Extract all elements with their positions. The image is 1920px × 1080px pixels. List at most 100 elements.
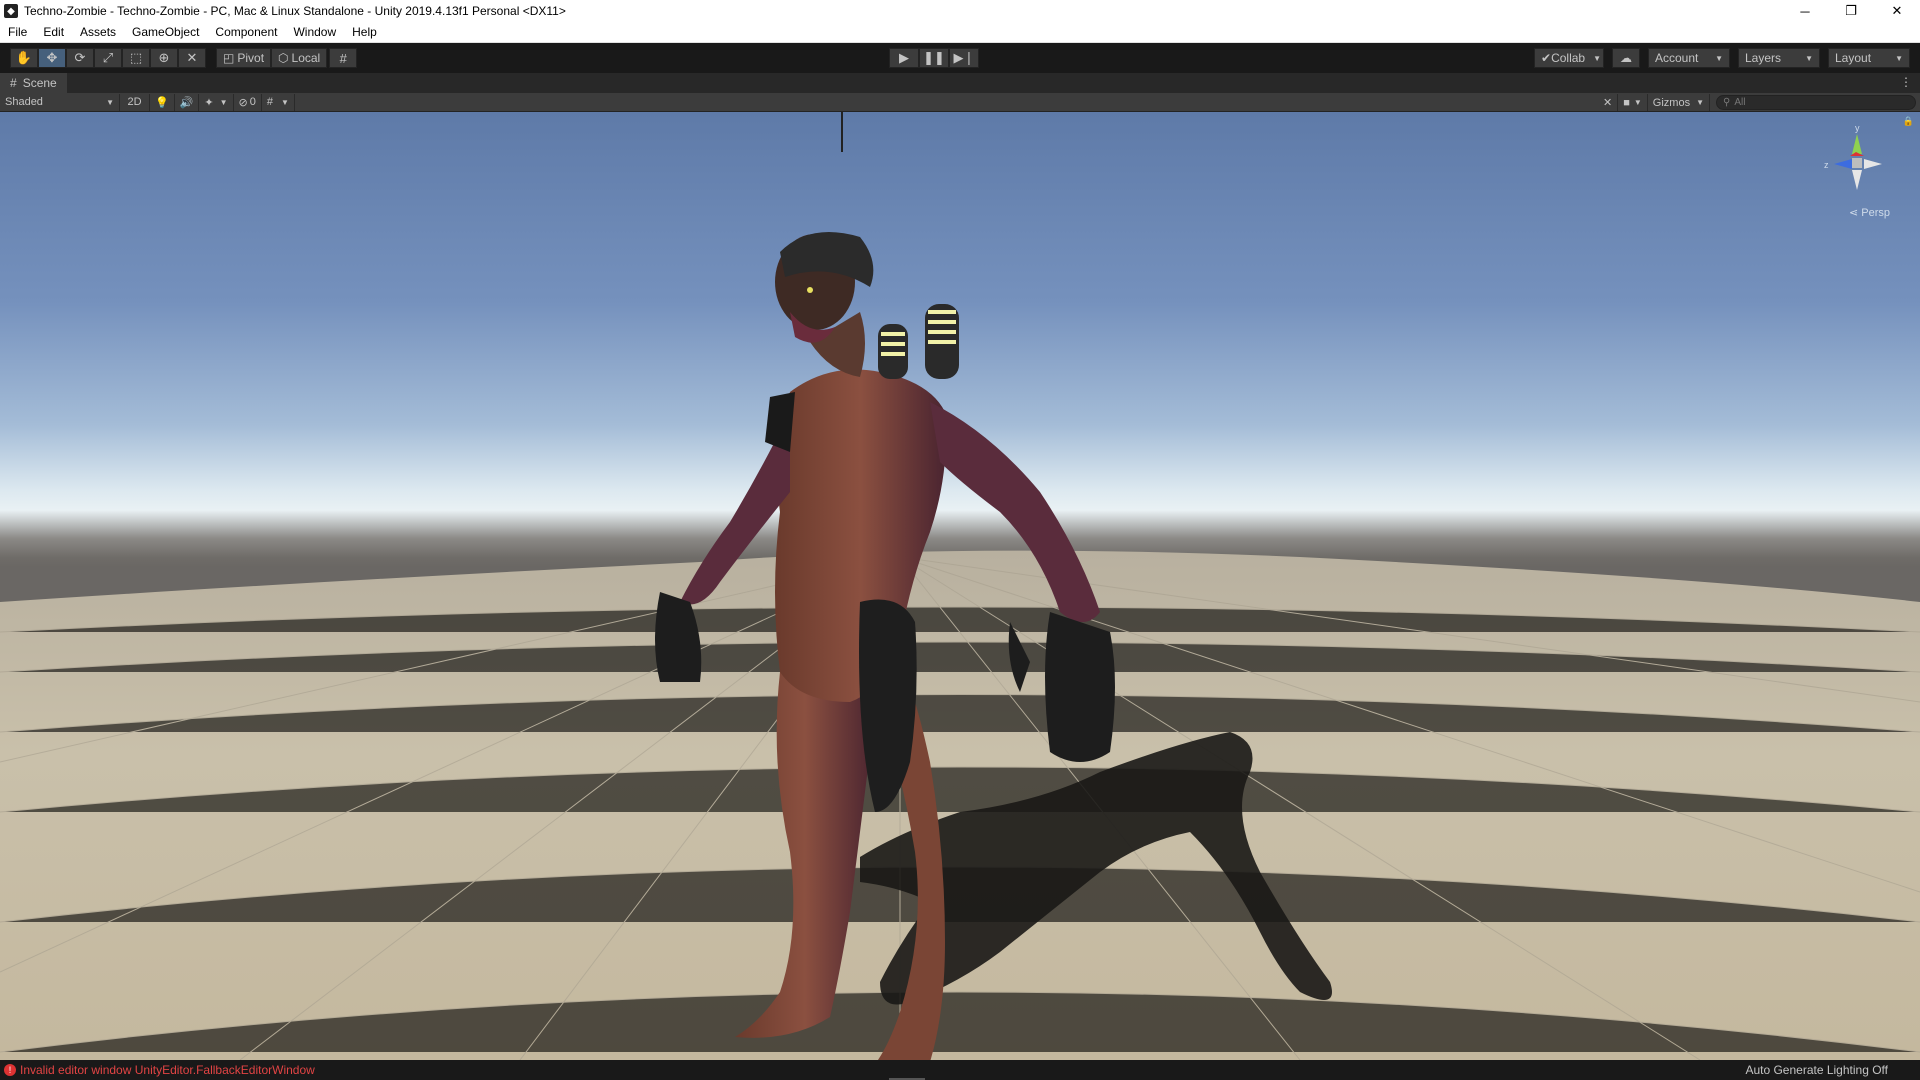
gizmo-center[interactable] bbox=[1852, 158, 1862, 168]
draw-mode-label: Shaded bbox=[5, 96, 43, 108]
pivot-toggle[interactable]: ◰ Pivot bbox=[216, 48, 272, 68]
chevron-down-icon: ▼ bbox=[281, 97, 289, 107]
layers-dropdown[interactable]: Layers ▼ bbox=[1738, 48, 1820, 68]
scene-render bbox=[0, 112, 1920, 1060]
tools-icon: ✕ bbox=[1603, 97, 1613, 109]
move-tool-button[interactable]: ✥ bbox=[38, 48, 66, 68]
menu-gameobject[interactable]: GameObject bbox=[124, 25, 207, 39]
neg-y-axis-cone[interactable] bbox=[1852, 170, 1862, 190]
projection-text: Persp bbox=[1861, 207, 1890, 219]
unity-logo-icon: ◆ bbox=[4, 4, 18, 18]
hidden-count: 0 bbox=[249, 96, 256, 108]
lighting-status[interactable]: Auto Generate Lighting Off bbox=[1745, 1063, 1888, 1077]
check-icon: ✔ bbox=[1541, 51, 1552, 65]
chevron-down-icon: ▼ bbox=[1805, 53, 1813, 63]
grid-snap-icon: # bbox=[339, 50, 347, 66]
eye-slash-icon: ⊘ bbox=[238, 96, 248, 109]
hidden-objects-toggle[interactable]: ⊘ 0 bbox=[234, 93, 262, 111]
pause-button[interactable]: ❚❚ bbox=[919, 48, 949, 68]
camera-icon: ■ bbox=[1623, 96, 1630, 109]
chevron-down-icon: ▼ bbox=[106, 97, 114, 107]
z-axis-cone[interactable] bbox=[1834, 159, 1852, 169]
tab-options-icon[interactable]: ⋮ bbox=[1900, 75, 1912, 89]
light-bulb-icon: 💡 bbox=[155, 96, 169, 109]
camera-dropdown[interactable]: ■ ▼ bbox=[1618, 94, 1648, 111]
scale-tool-button[interactable]: ⤢ bbox=[94, 48, 122, 68]
orientation-gizmo[interactable]: y z bbox=[1812, 122, 1902, 212]
playback-controls: ▶ ❚❚ ▶❘ bbox=[889, 48, 979, 68]
menu-help[interactable]: Help bbox=[344, 25, 385, 39]
effects-icon: ✦ bbox=[204, 96, 214, 109]
layout-dropdown[interactable]: Layout ▼ bbox=[1828, 48, 1910, 68]
tab-scene[interactable]: # Scene bbox=[0, 73, 67, 93]
restore-button[interactable]: ❐ bbox=[1828, 0, 1874, 22]
draw-mode-dropdown[interactable]: Shaded ▼ bbox=[0, 93, 120, 111]
grid-icon: # bbox=[266, 96, 274, 108]
grid-snap-button[interactable]: # bbox=[329, 48, 358, 68]
console-error-message[interactable]: ! Invalid editor window UnityEditor.Fall… bbox=[4, 1063, 315, 1077]
local-toggle[interactable]: ⬡ Local bbox=[271, 48, 328, 68]
grid-dropdown[interactable]: # ▼ bbox=[262, 93, 295, 111]
scene-toolbar-right: ✕ ■ ▼ Gizmos ▼ ⚲ All bbox=[1598, 94, 1916, 111]
toolbar-right: ✔ Collab ▼ ☁ Account ▼ Layers ▼ Layout ▼ bbox=[1534, 48, 1910, 68]
axis-y-label: y bbox=[1855, 123, 1860, 133]
scene-grid-icon: # bbox=[10, 76, 17, 90]
transform-tool-button[interactable]: ⊕ bbox=[150, 48, 178, 68]
mode-2d-label: 2D bbox=[127, 96, 142, 108]
gizmos-dropdown[interactable]: Gizmos ▼ bbox=[1648, 94, 1710, 111]
layout-label: Layout bbox=[1835, 51, 1872, 65]
local-icon: ⬡ bbox=[278, 51, 289, 65]
error-text: Invalid editor window UnityEditor.Fallba… bbox=[20, 1063, 315, 1077]
lock-icon[interactable]: 🔒 bbox=[1903, 116, 1914, 127]
menu-file[interactable]: File bbox=[0, 25, 35, 39]
hand-tool-button[interactable]: ✋ bbox=[10, 48, 38, 68]
rotate-tool-button[interactable]: ⟳ bbox=[66, 48, 94, 68]
collab-dropdown[interactable]: ✔ Collab ▼ bbox=[1534, 48, 1604, 68]
projection-label[interactable]: ⋖ Persp bbox=[1849, 206, 1890, 219]
close-button[interactable]: ✕ bbox=[1874, 0, 1920, 22]
local-label: Local bbox=[291, 51, 321, 65]
chevron-down-icon: ▼ bbox=[1633, 98, 1642, 107]
chevron-down-icon: ▼ bbox=[1895, 53, 1903, 63]
neg-x-axis-cone[interactable] bbox=[1864, 159, 1882, 169]
search-placeholder: All bbox=[1734, 97, 1746, 108]
account-label: Account bbox=[1655, 51, 1699, 65]
mode-2d-toggle[interactable]: 2D bbox=[120, 93, 150, 111]
cloud-icon: ☁ bbox=[1620, 51, 1632, 65]
lighting-toggle[interactable]: 💡 bbox=[150, 93, 175, 111]
step-icon: ▶❘ bbox=[953, 50, 975, 65]
cloud-button[interactable]: ☁ bbox=[1612, 48, 1640, 68]
scene-search-input[interactable]: ⚲ All bbox=[1716, 95, 1916, 110]
scene-viewport[interactable]: y z 🔒 ⋖ Persp bbox=[0, 112, 1920, 1060]
custom-tool-button[interactable]: ✕ bbox=[178, 48, 206, 68]
menu-assets[interactable]: Assets bbox=[72, 25, 124, 39]
play-icon: ▶ bbox=[899, 50, 909, 65]
axis-z-label: z bbox=[1824, 160, 1829, 170]
chevron-down-icon: ▼ bbox=[219, 97, 228, 107]
menu-component[interactable]: Component bbox=[207, 25, 285, 39]
audio-toggle[interactable]: 🔊 bbox=[175, 93, 200, 111]
y-axis-cone[interactable] bbox=[1852, 134, 1862, 154]
chevron-down-icon: ▼ bbox=[1715, 53, 1723, 63]
window-controls: ─ ❐ ✕ bbox=[1782, 0, 1920, 22]
scene-tools-button[interactable]: ✕ bbox=[1598, 94, 1619, 111]
tab-scene-label: Scene bbox=[22, 76, 57, 90]
play-button[interactable]: ▶ bbox=[889, 48, 919, 68]
menu-window[interactable]: Window bbox=[285, 25, 344, 39]
error-icon: ! bbox=[4, 1064, 16, 1076]
title-bar: ◆ Techno-Zombie - Techno-Zombie - PC, Ma… bbox=[0, 0, 1920, 22]
rect-tool-button[interactable]: ⬚ bbox=[122, 48, 150, 68]
step-button[interactable]: ▶❘ bbox=[949, 48, 979, 68]
menu-edit[interactable]: Edit bbox=[35, 25, 72, 39]
pivot-icon: ◰ bbox=[223, 51, 235, 65]
transform-icon: ⊕ bbox=[158, 50, 170, 65]
minimize-button[interactable]: ─ bbox=[1782, 0, 1828, 22]
main-toolbar: ✋ ✥ ⟳ ⤢ ⬚ ⊕ ✕ ◰ Pivot ⬡ Local # ▶ ❚❚ ▶❘ … bbox=[0, 43, 1920, 73]
account-dropdown[interactable]: Account ▼ bbox=[1648, 48, 1730, 68]
tab-bar: # Scene ⋮ bbox=[0, 73, 1920, 93]
effects-dropdown[interactable]: ✦ ▼ bbox=[199, 93, 234, 111]
gizmos-label: Gizmos bbox=[1652, 96, 1691, 109]
speaker-icon: 🔊 bbox=[179, 96, 194, 109]
search-icon: ⚲ bbox=[1723, 97, 1731, 108]
chevron-down-icon: ▼ bbox=[1696, 98, 1704, 107]
